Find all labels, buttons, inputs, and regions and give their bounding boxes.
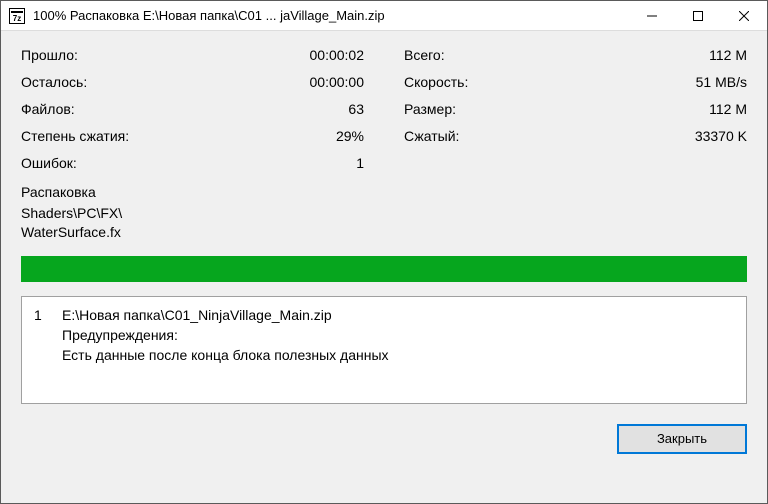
stat-label: Файлов: xyxy=(21,99,75,120)
close-window-button[interactable] xyxy=(721,1,767,30)
stat-label: Степень сжатия: xyxy=(21,126,129,147)
stat-label: Скорость: xyxy=(404,72,468,93)
message-warn-label: Предупреждения: xyxy=(62,327,734,343)
stat-value: 112 M xyxy=(709,45,747,66)
stat-errors: Ошибок: 1 xyxy=(21,153,364,174)
extraction-label: Распаковка xyxy=(21,184,747,200)
stat-size: Размер: 112 M xyxy=(404,99,747,120)
stat-value: 63 xyxy=(348,99,364,120)
stats-left-column: Прошло: 00:00:02 Осталось: 00:00:00 Файл… xyxy=(21,45,364,174)
stat-value: 00:00:02 xyxy=(310,45,365,66)
stat-value: 112 M xyxy=(709,99,747,120)
stat-value: 00:00:00 xyxy=(310,72,365,93)
close-button[interactable]: Закрыть xyxy=(617,424,747,454)
svg-text:7z: 7z xyxy=(13,14,21,23)
button-row: Закрыть xyxy=(21,424,747,454)
window-title: 100% Распаковка E:\Новая папка\C01 ... j… xyxy=(33,8,629,23)
stat-label: Осталось: xyxy=(21,72,87,93)
stat-label: Прошло: xyxy=(21,45,78,66)
stat-value: 51 MB/s xyxy=(696,72,747,93)
app-icon: 7z xyxy=(9,8,25,24)
stat-label: Ошибок: xyxy=(21,153,77,174)
stat-remaining: Осталось: 00:00:00 xyxy=(21,72,364,93)
message-box: 1 E:\Новая папка\C01_NinjaVillage_Main.z… xyxy=(21,296,747,404)
stat-ratio: Степень сжатия: 29% xyxy=(21,126,364,147)
stat-label: Размер: xyxy=(404,99,456,120)
stat-packed: Сжатый: 33370 K xyxy=(404,126,747,147)
stats-right-column: Всего: 112 M Скорость: 51 MB/s Размер: 1… xyxy=(404,45,747,174)
message-id: 1 xyxy=(34,307,62,323)
stat-total: Всего: 112 M xyxy=(404,45,747,66)
progress-bar xyxy=(21,256,747,282)
stat-value: 1 xyxy=(356,153,364,174)
message-file: E:\Новая папка\C01_NinjaVillage_Main.zip xyxy=(62,307,734,323)
stat-elapsed: Прошло: 00:00:02 xyxy=(21,45,364,66)
minimize-button[interactable] xyxy=(629,1,675,30)
maximize-button[interactable] xyxy=(675,1,721,30)
stat-files: Файлов: 63 xyxy=(21,99,364,120)
stats-area: Прошло: 00:00:02 Осталось: 00:00:00 Файл… xyxy=(21,45,747,174)
stat-speed: Скорость: 51 MB/s xyxy=(404,72,747,93)
message-warn-text: Есть данные после конца блока полезных д… xyxy=(62,347,734,363)
titlebar: 7z 100% Распаковка E:\Новая папка\C01 ..… xyxy=(1,1,767,31)
stat-label: Сжатый: xyxy=(404,126,459,147)
stat-value: 29% xyxy=(336,126,364,147)
window-controls xyxy=(629,1,767,30)
stat-label: Всего: xyxy=(404,45,445,66)
stat-value: 33370 K xyxy=(695,126,747,147)
extraction-path: Shaders\PC\FX\ WaterSurface.fx xyxy=(21,204,747,242)
dialog-content: Прошло: 00:00:02 Осталось: 00:00:00 Файл… xyxy=(1,31,767,503)
dialog-window: 7z 100% Распаковка E:\Новая папка\C01 ..… xyxy=(0,0,768,504)
